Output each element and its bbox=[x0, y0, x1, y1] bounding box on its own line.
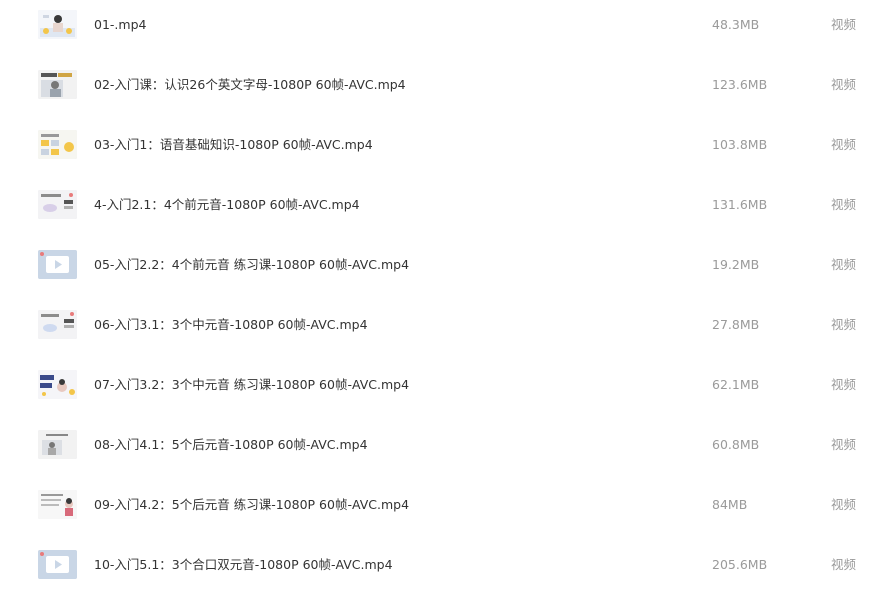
file-type: 视频 bbox=[831, 557, 857, 572]
file-type: 视频 bbox=[831, 377, 857, 392]
video-thumbnail-icon bbox=[38, 430, 77, 459]
file-type: 视频 bbox=[831, 497, 857, 512]
file-name: 08-入门4.1：5个后元音-1080P 60帧-AVC.mp4 bbox=[94, 437, 368, 452]
file-row[interactable]: 06-入门3.1：3个中元音-1080P 60帧-AVC.mp4 27.8MB … bbox=[0, 300, 889, 360]
file-size: 48.3MB bbox=[712, 17, 760, 32]
file-row[interactable]: 07-入门3.2：3个中元音 练习课-1080P 60帧-AVC.mp4 62.… bbox=[0, 360, 889, 420]
file-row[interactable]: 01-.mp4 48.3MB 视频 bbox=[0, 0, 889, 60]
file-name: 03-入门1：语音基础知识-1080P 60帧-AVC.mp4 bbox=[94, 137, 373, 152]
file-row[interactable]: 4-入门2.1：4个前元音-1080P 60帧-AVC.mp4 131.6MB … bbox=[0, 180, 889, 240]
file-size: 62.1MB bbox=[712, 377, 760, 392]
file-name: 09-入门4.2：5个后元音 练习课-1080P 60帧-AVC.mp4 bbox=[94, 497, 410, 512]
video-thumbnail-icon bbox=[38, 190, 77, 219]
file-name: 07-入门3.2：3个中元音 练习课-1080P 60帧-AVC.mp4 bbox=[94, 377, 410, 392]
file-type: 视频 bbox=[831, 77, 857, 92]
video-thumbnail-icon bbox=[38, 70, 77, 99]
file-row[interactable]: 08-入门4.1：5个后元音-1080P 60帧-AVC.mp4 60.8MB … bbox=[0, 420, 889, 480]
file-row[interactable]: 10-入门5.1：3个合口双元音-1080P 60帧-AVC.mp4 205.6… bbox=[0, 540, 889, 600]
file-type: 视频 bbox=[831, 257, 857, 272]
video-play-placeholder-icon bbox=[38, 250, 77, 279]
file-type: 视频 bbox=[831, 317, 857, 332]
video-thumbnail-icon bbox=[38, 130, 77, 159]
file-type: 视频 bbox=[831, 137, 857, 152]
file-name: 06-入门3.1：3个中元音-1080P 60帧-AVC.mp4 bbox=[94, 317, 368, 332]
file-row[interactable]: 02-入门课：认识26个英文字母-1080P 60帧-AVC.mp4 123.6… bbox=[0, 60, 889, 120]
file-type: 视频 bbox=[831, 197, 857, 212]
video-thumbnail-icon bbox=[38, 10, 77, 39]
file-list: 01-.mp4 48.3MB 视频 02-入门课：认识26个英文字母-1080P… bbox=[0, 0, 889, 589]
file-size: 27.8MB bbox=[712, 317, 760, 332]
file-size: 131.6MB bbox=[712, 197, 768, 212]
file-name: 05-入门2.2：4个前元音 练习课-1080P 60帧-AVC.mp4 bbox=[94, 257, 410, 272]
file-row[interactable]: 03-入门1：语音基础知识-1080P 60帧-AVC.mp4 103.8MB … bbox=[0, 120, 889, 180]
file-name: 4-入门2.1：4个前元音-1080P 60帧-AVC.mp4 bbox=[94, 197, 360, 212]
file-size: 60.8MB bbox=[712, 437, 760, 452]
file-size: 123.6MB bbox=[712, 77, 768, 92]
file-name: 10-入门5.1：3个合口双元音-1080P 60帧-AVC.mp4 bbox=[94, 557, 393, 572]
file-size: 19.2MB bbox=[712, 257, 760, 272]
file-size: 103.8MB bbox=[712, 137, 768, 152]
file-size: 84MB bbox=[712, 497, 748, 512]
file-type: 视频 bbox=[831, 17, 857, 32]
file-row[interactable]: 05-入门2.2：4个前元音 练习课-1080P 60帧-AVC.mp4 19.… bbox=[0, 240, 889, 300]
file-type: 视频 bbox=[831, 437, 857, 452]
file-row[interactable]: 09-入门4.2：5个后元音 练习课-1080P 60帧-AVC.mp4 84M… bbox=[0, 480, 889, 540]
file-name: 01-.mp4 bbox=[94, 17, 147, 32]
video-thumbnail-icon bbox=[38, 490, 77, 519]
file-name: 02-入门课：认识26个英文字母-1080P 60帧-AVC.mp4 bbox=[94, 77, 406, 92]
video-play-placeholder-icon bbox=[38, 550, 77, 579]
video-thumbnail-icon bbox=[38, 310, 77, 339]
video-thumbnail-icon bbox=[38, 370, 77, 399]
file-size: 205.6MB bbox=[712, 557, 768, 572]
